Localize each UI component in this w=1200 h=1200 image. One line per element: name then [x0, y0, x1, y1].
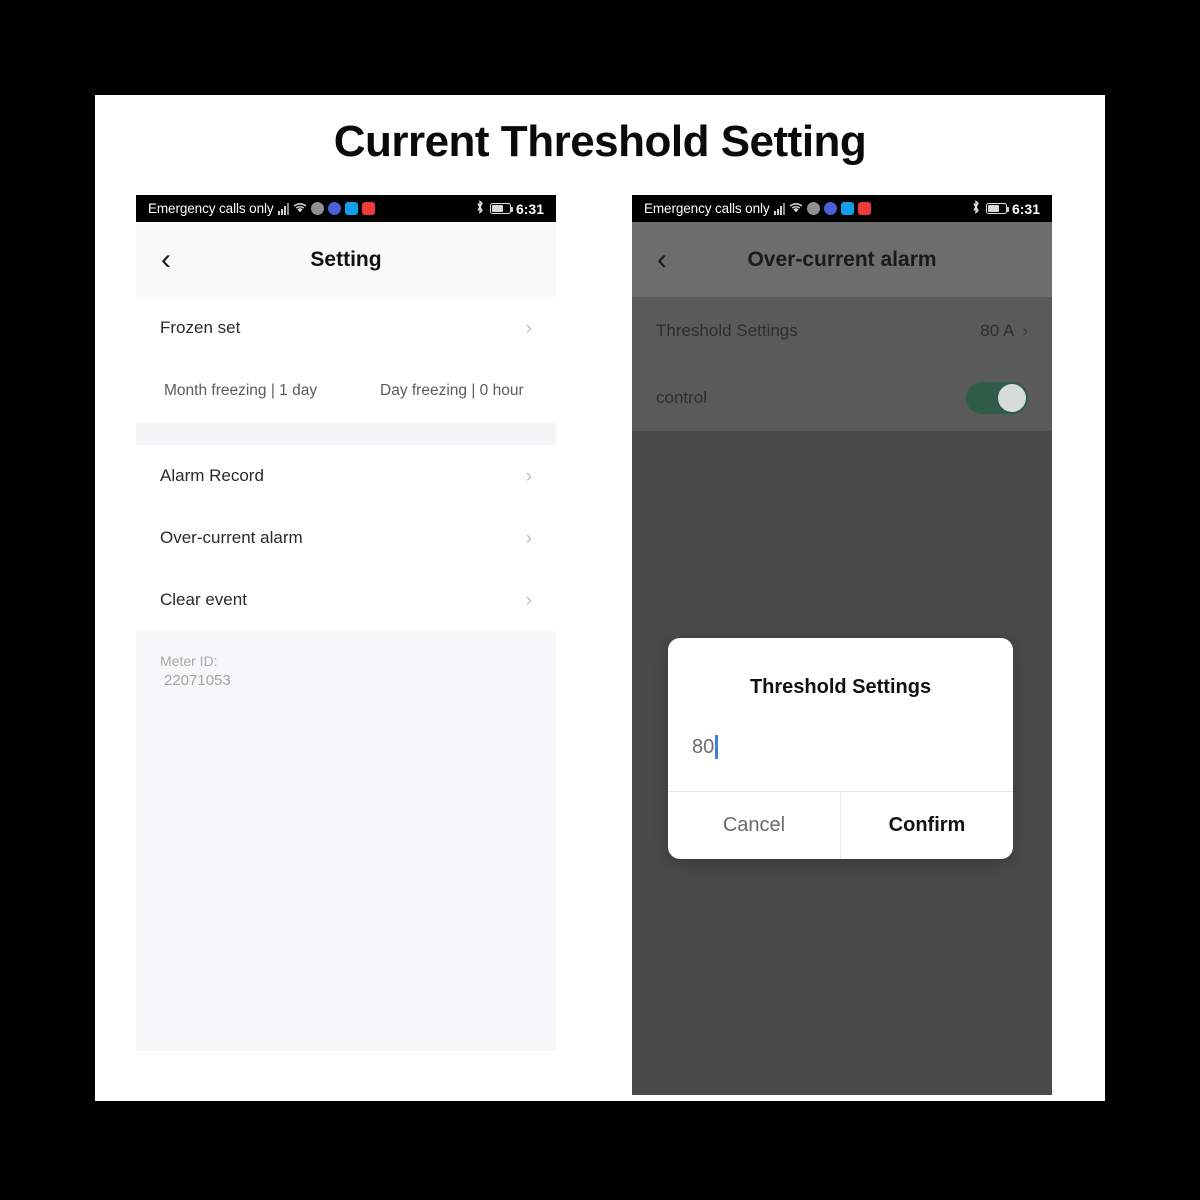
dialog-actions: Cancel Confirm: [668, 791, 1013, 859]
list-item-clear-event[interactable]: Clear event ›: [136, 569, 556, 631]
day-freezing-label: Day freezing | 0 hour: [380, 382, 524, 399]
carrier-label: Emergency calls only: [148, 201, 274, 216]
battery-icon: [985, 203, 1010, 214]
search-app-icon: [344, 202, 358, 215]
signal-bars-icon: [277, 202, 289, 215]
list-item-label: Over-current alarm: [160, 528, 303, 547]
list-item-label: control: [656, 387, 708, 407]
status-bar-left-group: Emergency calls only: [148, 201, 375, 216]
screenshot-canvas: Current Threshold Setting Emergency call…: [0, 0, 1200, 1200]
threshold-input[interactable]: 80: [692, 735, 719, 759]
app-circle-icon: [327, 202, 341, 215]
search-app-icon: [840, 202, 854, 215]
red-app-icon: [857, 202, 871, 215]
month-freezing-label: Month freezing | 1 day: [164, 382, 318, 399]
dialog-title: Threshold Settings: [749, 676, 932, 698]
cancel-button[interactable]: Cancel: [668, 792, 840, 859]
chevron-right-icon: ›: [525, 527, 532, 549]
list-item-threshold-settings[interactable]: Threshold Settings 80 A ›: [632, 297, 1052, 364]
list-item-control[interactable]: control: [632, 364, 1052, 431]
alarm-settings-list: Threshold Settings 80 A › control: [632, 297, 1052, 431]
back-button[interactable]: ‹: [632, 222, 692, 297]
red-app-icon: [361, 202, 375, 215]
confirm-button[interactable]: Confirm: [840, 792, 1013, 859]
nav-title: Over-current alarm: [747, 247, 937, 271]
meter-id-value: 22071053: [164, 671, 231, 689]
chevron-right-icon: ›: [1022, 320, 1028, 340]
list-item-label: Frozen set: [160, 318, 241, 337]
threshold-value: 80 A: [980, 320, 1015, 340]
globe-icon: [806, 202, 820, 215]
chevron-right-icon: ›: [525, 589, 532, 611]
list-item-label: Clear event: [160, 590, 247, 609]
wifi-icon: [789, 201, 803, 216]
carrier-label: Emergency calls only: [644, 201, 770, 216]
phone-screen-setting: Emergency calls only 6:31 ‹ Setting Froz…: [136, 195, 556, 1095]
meter-id-label: Meter ID:: [160, 653, 218, 669]
chevron-right-icon: ›: [525, 317, 532, 339]
chevron-right-icon: ›: [525, 465, 532, 487]
freeze-summary-row: Month freezing | 1 day Day freezing | 0 …: [136, 359, 556, 423]
nav-bar-right: ‹ Over-current alarm: [632, 222, 1052, 297]
page-title: Current Threshold Setting: [333, 117, 867, 166]
phone-screen-over-current-alarm: Emergency calls only 6:31 ‹ Over-current…: [632, 195, 1052, 1095]
signal-bars-icon: [773, 202, 785, 215]
app-circle-icon: [823, 202, 837, 215]
globe-icon: [310, 202, 324, 215]
status-bar-right: Emergency calls only 6:31: [632, 195, 1052, 222]
clock-label: 6:31: [515, 200, 544, 217]
status-bar-left-group: Emergency calls only: [644, 201, 871, 216]
nav-bar-left: ‹ Setting: [136, 222, 556, 297]
dialog-input-wrap[interactable]: 80: [668, 699, 1013, 791]
threshold-settings-dialog: Threshold Settings 80 Cancel Confirm: [668, 638, 1013, 859]
bluetooth-icon: [475, 199, 485, 217]
back-button[interactable]: ‹: [136, 222, 196, 297]
list-item-alarm-record[interactable]: Alarm Record ›: [136, 445, 556, 507]
over-current-alarm-body: Threshold Settings 80 A › control Thresh…: [632, 297, 1052, 1095]
settings-list: Frozen set › Month freezing | 1 day Day …: [136, 297, 556, 1051]
battery-icon: [489, 203, 514, 214]
list-item-label: Alarm Record: [160, 466, 264, 485]
list-item-frozen-set[interactable]: Frozen set ›: [136, 297, 556, 359]
status-bar-right-group: 6:31: [971, 199, 1040, 217]
text-caret: [715, 735, 719, 759]
list-item-label: Threshold Settings: [656, 320, 798, 340]
clock-label: 6:31: [1011, 200, 1040, 217]
toggle-knob: [998, 383, 1026, 412]
content-card: Current Threshold Setting Emergency call…: [95, 95, 1105, 1101]
nav-title: Setting: [310, 247, 382, 271]
control-toggle-switch[interactable]: [966, 381, 1028, 414]
bluetooth-icon: [971, 199, 981, 217]
meter-info-panel: Meter ID: 22071053: [136, 631, 556, 1051]
threshold-input-value: 80: [692, 735, 715, 758]
wifi-icon: [293, 201, 307, 216]
section-divider: [136, 423, 556, 445]
status-bar-right-group: 6:31: [475, 199, 544, 217]
list-item-over-current-alarm[interactable]: Over-current alarm ›: [136, 507, 556, 569]
status-bar-left: Emergency calls only 6:31: [136, 195, 556, 222]
